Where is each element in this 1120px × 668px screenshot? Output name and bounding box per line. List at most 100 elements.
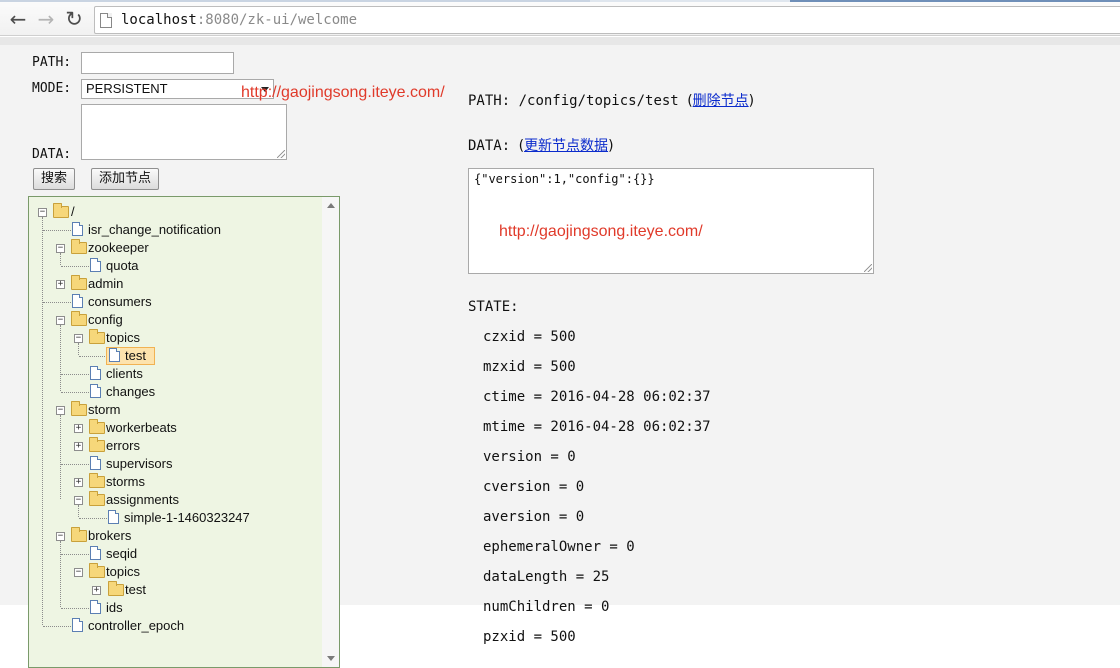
tree-node[interactable]: changes [29, 383, 319, 401]
expand-icon[interactable]: + [74, 442, 83, 451]
tree-node[interactable]: − config [29, 311, 319, 329]
tree-node[interactable]: quota [29, 257, 319, 275]
collapse-icon[interactable]: − [56, 406, 65, 415]
back-arrow-icon[interactable]: ← [6, 6, 30, 32]
folder-icon [89, 473, 105, 488]
tree-node[interactable]: + errors [29, 437, 319, 455]
tree-node[interactable]: isr_change_notification [29, 221, 319, 239]
tree-node[interactable]: + storms [29, 473, 319, 491]
search-button[interactable]: 搜索 [33, 168, 75, 190]
folder-open-icon [71, 527, 87, 542]
state-ephemeral-owner: ephemeralOwner = 0 [483, 539, 635, 555]
tree-node[interactable]: − topics [29, 563, 319, 581]
tree-node[interactable]: ids [29, 599, 319, 617]
state-mtime: mtime = 2016-04-28 06:02:37 [483, 419, 711, 435]
forward-arrow-icon[interactable]: → [34, 6, 58, 32]
tree-node-label: clients [106, 366, 143, 381]
tree-connector [61, 266, 89, 267]
file-icon [90, 258, 101, 272]
tree-node[interactable]: − assignments [29, 491, 319, 509]
tree-node[interactable]: simple-1-1460323247 [29, 509, 319, 527]
watermark-text: http://gaojingsong.iteye.com/ [499, 223, 703, 240]
update-node-data-link[interactable]: 更新节点数据 [524, 138, 608, 154]
state-data-length: dataLength = 25 [483, 569, 610, 585]
tree-scrollbar[interactable] [322, 197, 339, 667]
tree-node[interactable]: consumers [29, 293, 319, 311]
collapse-icon[interactable]: − [56, 316, 65, 325]
node-data-textarea[interactable]: {"version":1,"config":{}} http://gaojing… [468, 168, 874, 274]
expand-icon[interactable]: + [74, 424, 83, 433]
collapse-icon[interactable]: − [74, 568, 83, 577]
paren-close: ) [608, 138, 614, 154]
file-icon [109, 348, 120, 362]
tree-node-label: workerbeats [106, 420, 177, 435]
tree-node[interactable]: supervisors [29, 455, 319, 473]
tree-node[interactable]: − topics [29, 329, 319, 347]
address-bar[interactable]: localhost:8080/zk-ui/welcome [94, 6, 1120, 34]
tree-node-label: test [125, 582, 146, 597]
tree-node-label: ids [106, 600, 123, 615]
tree-connector [43, 626, 71, 627]
url-host: localhost [121, 12, 197, 28]
tree-node-label: zookeeper [88, 240, 149, 255]
watermark-text: http://gaojingsong.iteye.com/ [241, 84, 445, 101]
expand-icon[interactable]: + [92, 586, 101, 595]
data-textarea[interactable] [81, 104, 287, 160]
add-node-button[interactable]: 添加节点 [91, 168, 159, 190]
tree-node-label: isr_change_notification [88, 222, 221, 237]
tree-node-label: topics [106, 564, 140, 579]
collapse-icon[interactable]: − [74, 496, 83, 505]
tree-node-label: config [88, 312, 123, 327]
collapse-icon[interactable]: − [56, 532, 65, 541]
tree-node-label: storm [88, 402, 121, 417]
resize-grip-icon[interactable] [277, 150, 285, 158]
tree-node-label: simple-1-1460323247 [124, 510, 250, 525]
file-icon [72, 618, 83, 632]
state-label: STATE: [468, 299, 519, 315]
tree-node[interactable]: controller_epoch [29, 617, 319, 635]
tree-node[interactable]: + workerbeats [29, 419, 319, 437]
tree-node-label: seqid [106, 546, 138, 561]
tree-connector [61, 374, 89, 375]
tree-node[interactable]: + admin [29, 275, 319, 293]
file-icon [72, 294, 83, 308]
file-icon [72, 222, 83, 236]
path-label: PATH: [32, 55, 72, 70]
tree-connector [61, 554, 89, 555]
expand-icon[interactable]: + [74, 478, 83, 487]
tree-node-selected[interactable]: test [29, 347, 319, 365]
tree-node-label: controller_epoch [88, 618, 185, 633]
folder-icon [108, 581, 124, 596]
node-tree[interactable]: − / isr_change_notification − zookeeper … [28, 196, 340, 668]
node-data-value: {"version":1,"config":{}} [474, 172, 655, 186]
resize-grip-icon[interactable] [864, 264, 872, 272]
tree-node-label: / [71, 204, 75, 219]
path-input[interactable] [81, 52, 234, 74]
page-icon [100, 13, 112, 28]
tree-node[interactable]: − storm [29, 401, 319, 419]
tree-node-label: storms [106, 474, 145, 489]
data-label: DATA: [32, 147, 72, 162]
scroll-up-icon[interactable] [327, 203, 335, 208]
tree-node-label: quota [106, 258, 139, 273]
state-pzxid: pzxid = 500 [483, 629, 576, 645]
collapse-icon[interactable]: − [74, 334, 83, 343]
state-mzxid: mzxid = 500 [483, 359, 576, 375]
tree-node[interactable]: − brokers [29, 527, 319, 545]
collapse-icon[interactable]: − [38, 208, 47, 217]
folder-open-icon [89, 491, 105, 506]
expand-icon[interactable]: + [56, 280, 65, 289]
tree-node[interactable]: + test [29, 581, 319, 599]
tree-node[interactable]: seqid [29, 545, 319, 563]
tree-node[interactable]: − zookeeper [29, 239, 319, 257]
folder-icon [71, 275, 87, 290]
delete-node-link[interactable]: 删除节点 [693, 93, 749, 109]
reload-icon[interactable]: ↻ [62, 6, 86, 32]
state-version: version = 0 [483, 449, 576, 465]
tree-node-root[interactable]: − / [29, 203, 319, 221]
tree-node[interactable]: clients [29, 365, 319, 383]
scroll-down-icon[interactable] [327, 656, 335, 661]
tree-connector [43, 230, 71, 231]
url-text[interactable]: localhost:8080/zk-ui/welcome [121, 12, 357, 28]
collapse-icon[interactable]: − [56, 244, 65, 253]
